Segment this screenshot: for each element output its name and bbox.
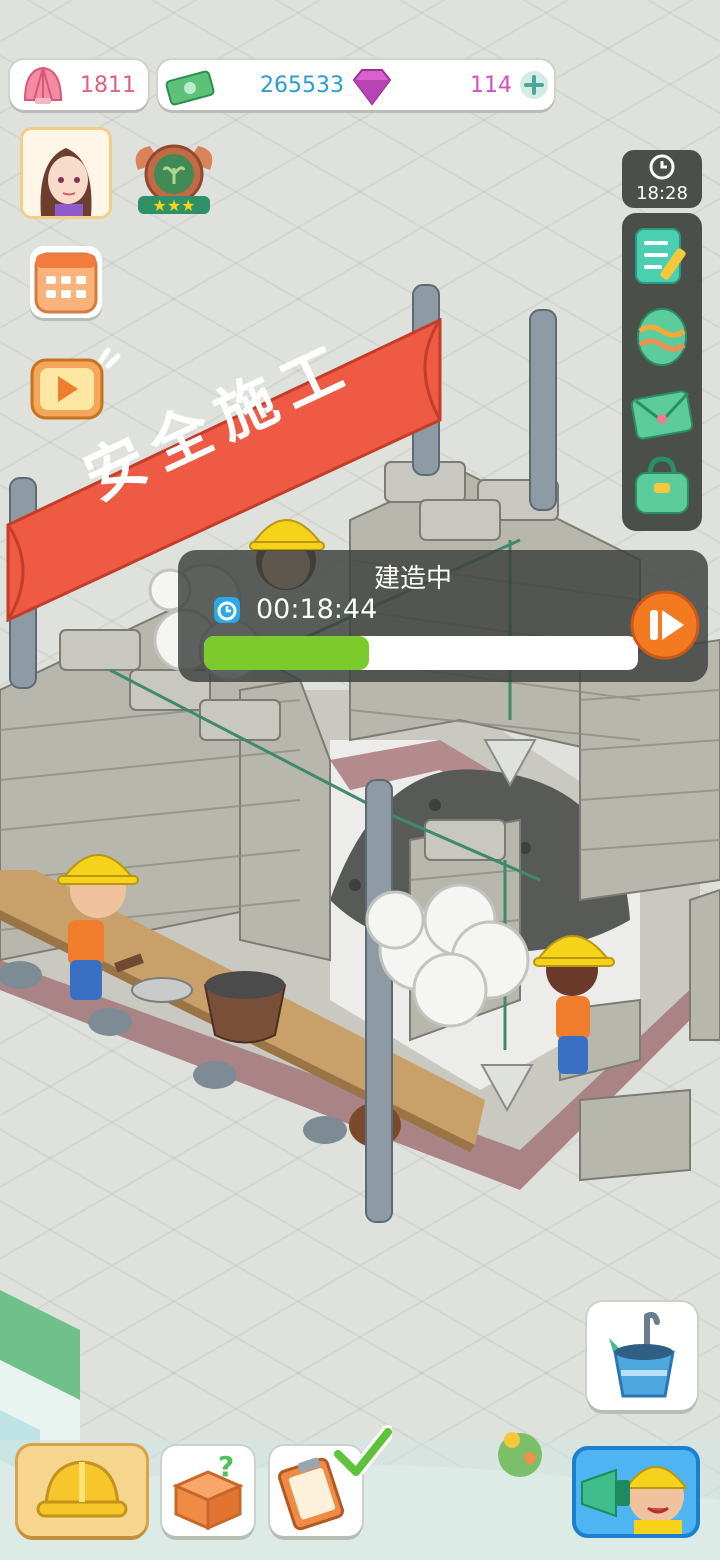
alarm-clock-icon bbox=[214, 597, 240, 623]
helmet-icon bbox=[36, 1460, 128, 1518]
svg-text:?: ? bbox=[218, 1450, 234, 1483]
event-timer-text: 18:28 bbox=[636, 183, 688, 204]
fast-forward-icon bbox=[630, 590, 700, 660]
build-progress-fill bbox=[204, 636, 369, 670]
money-count: 265533 bbox=[260, 72, 344, 98]
tools-bucket-button[interactable] bbox=[587, 1302, 697, 1410]
bucket-tools-icon bbox=[609, 1311, 675, 1398]
video-ad-button[interactable] bbox=[30, 346, 121, 420]
tasks-button[interactable] bbox=[630, 223, 694, 287]
money-counter[interactable]: 265533 114 bbox=[158, 60, 554, 110]
avatar-portrait bbox=[23, 130, 109, 216]
build-status-label: 建造中 bbox=[373, 564, 452, 594]
rank-badge-icon[interactable]: ★★★ bbox=[130, 140, 218, 220]
shell-counter[interactable]: 1811 bbox=[10, 60, 148, 110]
mail-button[interactable] bbox=[630, 381, 694, 445]
clock-icon bbox=[649, 154, 675, 180]
task-list-icon bbox=[635, 228, 686, 284]
gem-icon bbox=[352, 69, 392, 106]
flower-bush bbox=[498, 1432, 542, 1477]
add-gems-button[interactable] bbox=[520, 71, 548, 99]
megaphone-worker-icon bbox=[581, 1466, 688, 1534]
calendar-button[interactable] bbox=[30, 246, 102, 318]
build-helmet-button[interactable] bbox=[18, 1446, 146, 1536]
calendar-icon bbox=[34, 252, 98, 314]
svg-text:★★★: ★★★ bbox=[152, 196, 195, 215]
bag-icon bbox=[635, 456, 689, 514]
build-remaining-time: 00:18:44 bbox=[256, 594, 378, 625]
check-icon bbox=[332, 1425, 392, 1479]
cash-icon bbox=[165, 70, 215, 106]
mystery-box-button[interactable]: ? bbox=[162, 1446, 254, 1536]
event-timer[interactable]: 18:28 bbox=[622, 150, 702, 208]
mail-icon bbox=[630, 390, 694, 440]
recruit-worker-button[interactable] bbox=[572, 1446, 700, 1538]
right-menu-panel bbox=[622, 213, 702, 531]
easter-egg-icon bbox=[637, 308, 687, 366]
build-progress-panel: 建造中 00:18:44 bbox=[178, 550, 708, 682]
plus-icon bbox=[524, 75, 544, 95]
shell-count: 1811 bbox=[80, 72, 136, 98]
build-progress-bar bbox=[204, 636, 638, 670]
bag-button[interactable] bbox=[630, 453, 694, 517]
mystery-box-icon: ? bbox=[172, 1450, 244, 1531]
shell-icon bbox=[23, 66, 63, 104]
player-avatar[interactable] bbox=[20, 127, 112, 219]
video-tv-icon bbox=[30, 347, 121, 420]
gem-count: 114 bbox=[470, 72, 512, 98]
speed-up-button[interactable] bbox=[630, 590, 700, 660]
egg-event-button[interactable] bbox=[630, 303, 694, 367]
